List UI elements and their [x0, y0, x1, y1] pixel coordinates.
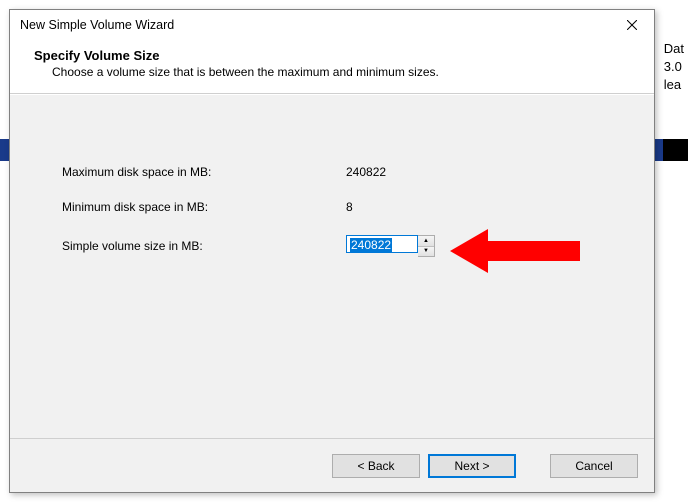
chevron-up-icon: ▲: [423, 238, 429, 244]
next-button[interactable]: Next >: [428, 454, 516, 478]
close-button[interactable]: [610, 10, 654, 40]
volume-size-label: Simple volume size in MB:: [62, 239, 346, 253]
close-icon: [627, 20, 637, 30]
spin-up-button[interactable]: ▲: [418, 236, 434, 247]
page-title: Specify Volume Size: [34, 48, 634, 63]
wizard-dialog: New Simple Volume Wizard Specify Volume …: [9, 9, 655, 493]
background-partial-text: Dat 3.0 lea: [664, 40, 684, 94]
chevron-down-icon: ▼: [423, 248, 429, 254]
wizard-body: Maximum disk space in MB: 240822 Minimum…: [10, 94, 654, 438]
min-space-value: 8: [346, 200, 353, 214]
annotation-arrow: [450, 221, 590, 281]
min-space-label: Minimum disk space in MB:: [62, 200, 346, 214]
window-title: New Simple Volume Wizard: [20, 18, 610, 32]
titlebar: New Simple Volume Wizard: [10, 10, 654, 40]
volume-size-input[interactable]: [346, 235, 418, 253]
page-subtitle: Choose a volume size that is between the…: [34, 65, 634, 79]
spin-buttons: ▲ ▼: [418, 235, 435, 257]
volume-size-row: Simple volume size in MB: 240822 ▲ ▼: [62, 235, 435, 257]
spin-down-button[interactable]: ▼: [418, 247, 434, 257]
min-space-row: Minimum disk space in MB: 8: [62, 200, 353, 214]
max-space-row: Maximum disk space in MB: 240822: [62, 165, 386, 179]
max-space-value: 240822: [346, 165, 386, 179]
volume-size-spinner: 240822 ▲ ▼: [346, 235, 435, 257]
cancel-button[interactable]: Cancel: [550, 454, 638, 478]
max-space-label: Maximum disk space in MB:: [62, 165, 346, 179]
background-stripe-dark: [663, 139, 688, 161]
wizard-header: Specify Volume Size Choose a volume size…: [10, 40, 654, 94]
back-button[interactable]: < Back: [332, 454, 420, 478]
wizard-footer: < Back Next > Cancel: [10, 438, 654, 492]
